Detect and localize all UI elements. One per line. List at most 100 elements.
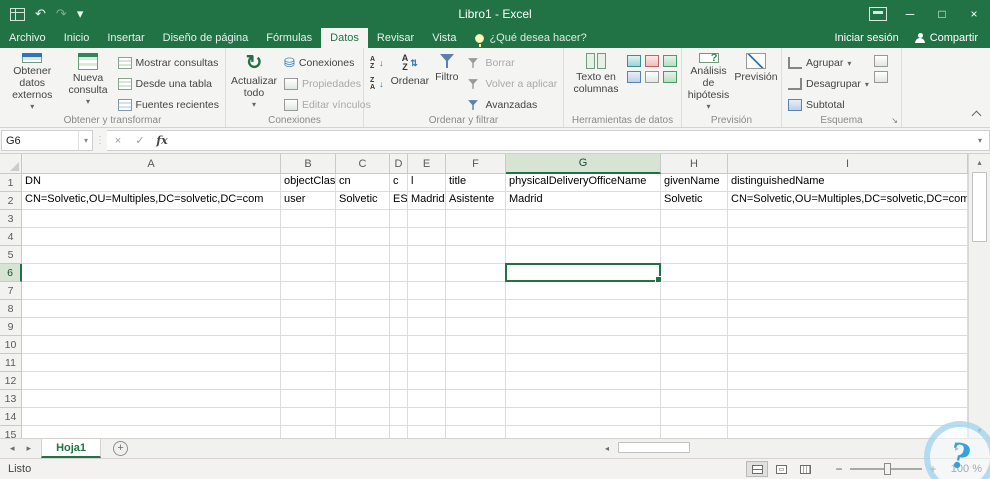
next-sheet-icon[interactable]: ▸: [27, 443, 32, 454]
row-header-6[interactable]: 6: [0, 264, 22, 282]
new-query-button[interactable]: Nueva consulta ▾: [63, 51, 112, 113]
tab-formulas[interactable]: Fórmulas: [257, 28, 321, 48]
cell-B11[interactable]: [281, 354, 336, 372]
cell-D11[interactable]: [390, 354, 408, 372]
cell-G2[interactable]: Madrid: [506, 192, 661, 210]
scroll-up-icon[interactable]: ▴: [969, 154, 990, 170]
text-to-columns-button[interactable]: Texto en columnas: [567, 51, 625, 113]
cell-A1[interactable]: DN: [22, 174, 281, 192]
column-header-B[interactable]: B: [281, 154, 336, 174]
horizontal-scroll-track[interactable]: [614, 441, 950, 455]
name-box-caret-icon[interactable]: ▾: [77, 131, 88, 150]
share-button[interactable]: Compartir: [914, 32, 978, 44]
cell-G9[interactable]: [506, 318, 661, 336]
column-header-G[interactable]: G: [506, 154, 661, 174]
row-header-10[interactable]: 10: [0, 336, 22, 354]
sort-ascending-button[interactable]: AZ ↓: [367, 53, 387, 73]
column-header-C[interactable]: C: [336, 154, 390, 174]
cell-H5[interactable]: [661, 246, 728, 264]
new-sheet-icon[interactable]: +: [113, 441, 129, 456]
cell-F1[interactable]: title: [446, 174, 506, 192]
sort-descending-button[interactable]: ZA ↓: [367, 74, 387, 94]
cell-H3[interactable]: [661, 210, 728, 228]
insert-function-icon[interactable]: fx: [151, 134, 173, 147]
cell-B12[interactable]: [281, 372, 336, 390]
cell-A12[interactable]: [22, 372, 281, 390]
cell-D6[interactable]: [390, 264, 408, 282]
cell-H13[interactable]: [661, 390, 728, 408]
cell-F14[interactable]: [446, 408, 506, 426]
cell-I10[interactable]: [728, 336, 968, 354]
page-layout-view-button[interactable]: [770, 461, 792, 477]
outline-dialog-launcher-icon[interactable]: ↘: [891, 116, 898, 125]
cell-H9[interactable]: [661, 318, 728, 336]
cell-D14[interactable]: [390, 408, 408, 426]
formula-input[interactable]: [173, 131, 971, 150]
cell-I13[interactable]: [728, 390, 968, 408]
cell-F2[interactable]: Asistente: [446, 192, 506, 210]
cell-G11[interactable]: [506, 354, 661, 372]
tab-datos[interactable]: Datos: [321, 28, 368, 48]
expand-formula-bar-icon[interactable]: ▾: [971, 136, 989, 145]
subtotal-button[interactable]: Subtotal: [785, 95, 872, 115]
tab-archivo[interactable]: Archivo: [0, 28, 55, 48]
manage-data-model-icon[interactable]: [663, 71, 677, 83]
redo-icon[interactable]: ↷: [56, 6, 67, 22]
cell-G1[interactable]: physicalDeliveryOfficeName: [506, 174, 661, 192]
cell-I2[interactable]: CN=Solvetic,OU=Multiples,DC=solvetic,DC=…: [728, 192, 968, 210]
page-break-view-button[interactable]: [794, 461, 816, 477]
cell-I7[interactable]: [728, 282, 968, 300]
cell-H1[interactable]: givenName: [661, 174, 728, 192]
row-header-1[interactable]: 1: [0, 174, 22, 192]
cell-F8[interactable]: [446, 300, 506, 318]
close-button[interactable]: ×: [958, 0, 990, 28]
cell-G4[interactable]: [506, 228, 661, 246]
cell-C8[interactable]: [336, 300, 390, 318]
cell-I6[interactable]: [728, 264, 968, 282]
cell-D7[interactable]: [390, 282, 408, 300]
tab-revisar[interactable]: Revisar: [368, 28, 423, 48]
column-header-D[interactable]: D: [390, 154, 408, 174]
cell-D9[interactable]: [390, 318, 408, 336]
cell-H2[interactable]: Solvetic: [661, 192, 728, 210]
cell-C4[interactable]: [336, 228, 390, 246]
cell-B4[interactable]: [281, 228, 336, 246]
cell-E14[interactable]: [408, 408, 446, 426]
cell-A4[interactable]: [22, 228, 281, 246]
tell-me-box[interactable]: ¿Qué desea hacer?: [465, 28, 596, 48]
column-header-H[interactable]: H: [661, 154, 728, 174]
cell-B6[interactable]: [281, 264, 336, 282]
cell-B5[interactable]: [281, 246, 336, 264]
cell-G5[interactable]: [506, 246, 661, 264]
undo-icon[interactable]: ↶: [35, 6, 46, 22]
cancel-formula-icon[interactable]: ×: [107, 135, 129, 147]
cell-C10[interactable]: [336, 336, 390, 354]
cell-A7[interactable]: [22, 282, 281, 300]
consolidate-icon[interactable]: [627, 71, 641, 83]
hide-detail-icon[interactable]: [873, 71, 888, 83]
data-validation-icon[interactable]: [663, 55, 677, 67]
cell-E6[interactable]: [408, 264, 446, 282]
cell-D1[interactable]: c: [390, 174, 408, 192]
cell-D4[interactable]: [390, 228, 408, 246]
cell-E1[interactable]: l: [408, 174, 446, 192]
cell-D5[interactable]: [390, 246, 408, 264]
cell-C5[interactable]: [336, 246, 390, 264]
row-header-3[interactable]: 3: [0, 210, 22, 228]
from-table-button[interactable]: Desde una tabla: [115, 74, 222, 94]
row-header-2[interactable]: 2: [0, 192, 22, 210]
row-header-13[interactable]: 13: [0, 390, 22, 408]
ungroup-button[interactable]: Desagrupar ▾: [785, 74, 872, 94]
cell-E2[interactable]: Madrid: [408, 192, 446, 210]
row-header-11[interactable]: 11: [0, 354, 22, 372]
cell-D15[interactable]: [390, 426, 408, 438]
sort-button[interactable]: AZ ⇅ Ordenar: [389, 51, 432, 113]
cell-I3[interactable]: [728, 210, 968, 228]
tab-diseno-de-pagina[interactable]: Diseño de página: [154, 28, 258, 48]
show-detail-icon[interactable]: [873, 55, 888, 67]
row-header-8[interactable]: 8: [0, 300, 22, 318]
forecast-sheet-button[interactable]: Previsión: [734, 51, 778, 113]
ribbon-display-options-button[interactable]: [862, 0, 894, 28]
name-box[interactable]: G6 ▾: [1, 130, 93, 151]
cell-G12[interactable]: [506, 372, 661, 390]
